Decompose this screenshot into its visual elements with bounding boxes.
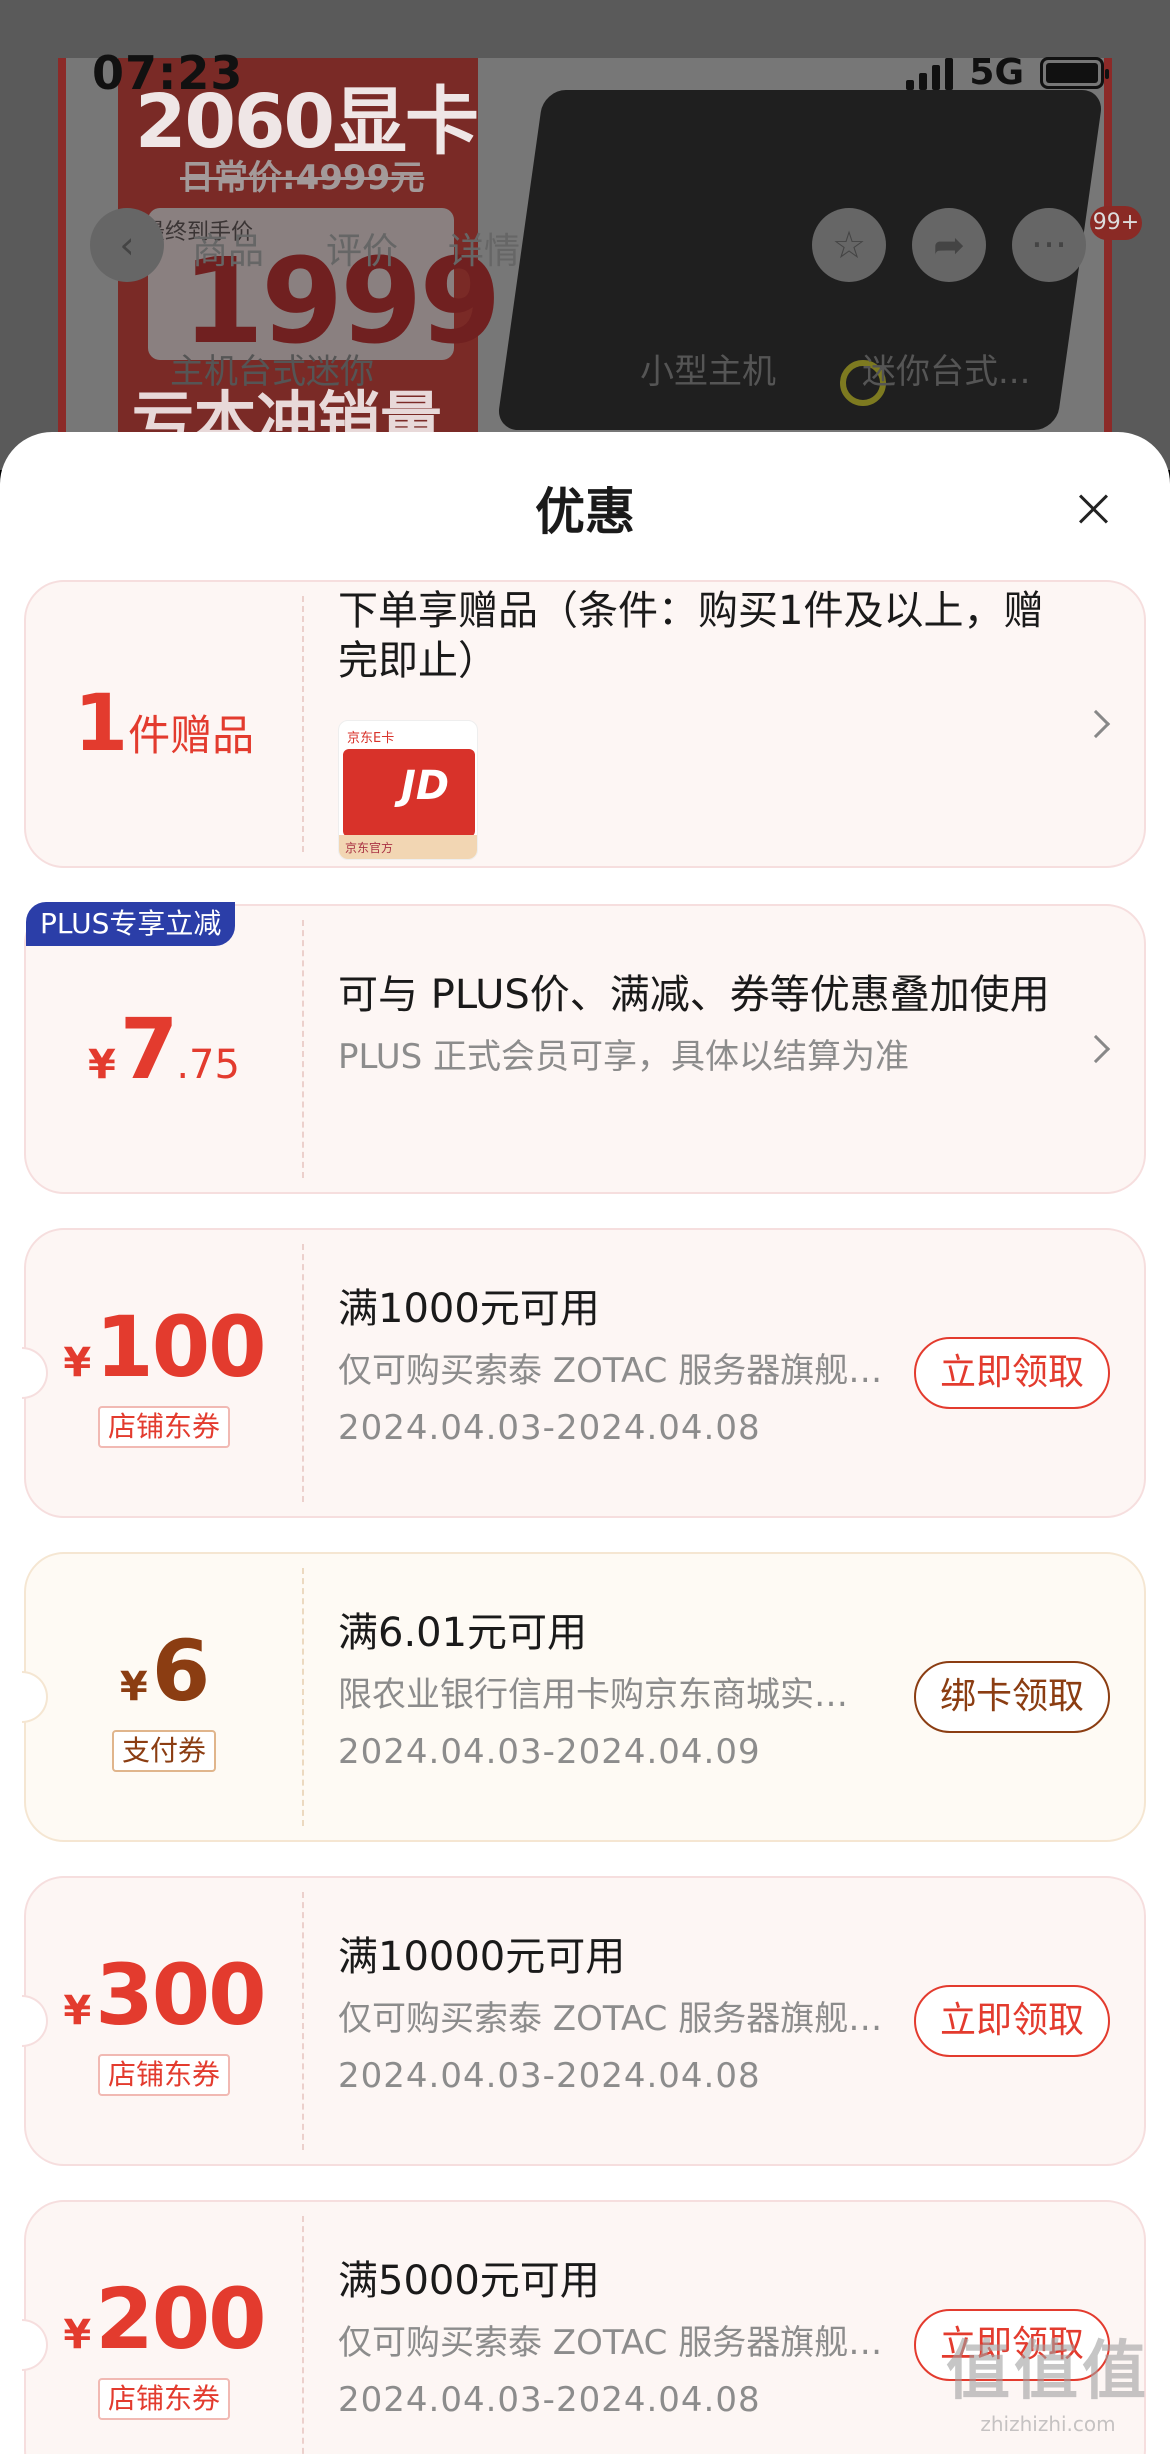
currency-symbol: ¥ [63, 1340, 92, 1386]
tab-details[interactable]: 详情 [448, 222, 520, 274]
coupon-threshold: 满6.01元可用 [338, 1610, 588, 1656]
coupon-description: 仅可购买索泰 ZOTAC 服务器旗舰店部分商品 [338, 1351, 898, 1391]
gift-image: 京东E卡 JD 京东官方 [338, 720, 478, 860]
coupon-amount: 300 [95, 1946, 266, 2044]
sub-tab-mini-desktop[interactable]: 主机台式迷你 [170, 344, 374, 393]
coupon-amount: 100 [95, 1298, 266, 1396]
plus-discount-card[interactable]: PLUS专享立减 ¥ 7 .75 可与 PLUS价、满减、券等优惠叠加使用 PL… [24, 902, 1146, 1194]
gift-count: 1件赠品 [26, 582, 302, 866]
claim-coupon-button[interactable]: 立即领取 [914, 1985, 1110, 2057]
currency-symbol: ¥ [119, 1664, 148, 1710]
coupon-description: 限农业银行信用卡购京东商城实物商品 [338, 1675, 858, 1715]
coupon-type-tag: 支付券 [111, 1730, 216, 1772]
more-icon[interactable]: ··· [1012, 208, 1086, 282]
gift-count-number: 1 [73, 679, 129, 769]
site-watermark: 值值值 zhizhizhi.com [946, 2320, 1150, 2436]
gift-card-strip: 京东官方 [339, 835, 477, 859]
sub-tab-small-host[interactable]: 小型主机 [640, 344, 776, 393]
battery-icon [1040, 56, 1109, 89]
gift-card-top-text: 京东E卡 [347, 731, 395, 746]
watermark-logo: 值值值 [946, 2335, 1150, 2409]
coupon-threshold: 满10000元可用 [338, 1934, 626, 1980]
coupon-validity: 2024.04.03-2024.04.08 [338, 2056, 761, 2096]
coupon-description: 仅可购买索泰 ZOTAC 服务器旗舰店部分商品 [338, 1999, 898, 2039]
coupon-threshold: 满1000元可用 [338, 1286, 600, 1332]
status-indicators: 5G [906, 52, 1109, 93]
chevron-right-icon [1081, 1034, 1111, 1064]
tab-product[interactable]: 商品 [192, 222, 264, 274]
plus-subtitle: PLUS 正式会员可享，具体以结算为准 [338, 1037, 910, 1077]
gift-count-label: 件赠品 [128, 711, 255, 760]
close-icon[interactable] [1076, 492, 1110, 526]
cart-count-badge: 99+ [1090, 206, 1142, 240]
currency-symbol: ¥ [63, 2312, 92, 2358]
back-arrow-icon[interactable]: ‹ [90, 208, 164, 282]
jd-logo: JD [401, 763, 450, 809]
plus-amount-dec: .75 [176, 1042, 240, 1088]
claim-coupon-button[interactable]: 立即领取 [914, 1337, 1110, 1409]
watermark-url: zhizhizhi.com [980, 2412, 1116, 2436]
coupon-description: 仅可购买索泰 ZOTAC 服务器旗舰店部分商品 [338, 2323, 898, 2363]
signal-icon [906, 56, 954, 90]
tab-reviews[interactable]: 评价 [326, 222, 398, 274]
bind-card-claim-button[interactable]: 绑卡领取 [914, 1661, 1110, 1733]
plus-amount-int: 7 [119, 1000, 178, 1098]
star-icon[interactable]: ☆ [812, 208, 886, 282]
coupon-validity: 2024.04.03-2024.04.08 [338, 1408, 761, 1448]
original-price: 日常价:4999元 [180, 158, 425, 198]
status-time: 07:23 [92, 46, 244, 100]
currency-symbol: ¥ [88, 1042, 116, 1088]
coupon-card: ¥6 支付券 满6.01元可用 限农业银行信用卡购京东商城实物商品 2024.0… [22, 1552, 1146, 1842]
gift-title: 下单享赠品（条件：购买1件及以上，赠完即止） [338, 588, 1044, 684]
plus-title: 可与 PLUS价、满减、券等优惠叠加使用 [338, 972, 1050, 1018]
coupon-type-tag: 店铺东券 [97, 2378, 230, 2420]
coupon-amount: 6 [151, 1622, 210, 1720]
card-divider [302, 596, 304, 852]
discount-sheet: 优惠 1件赠品 下单享赠品（条件：购买1件及以上，赠完即止） 京东E卡 JD 京… [0, 432, 1170, 2454]
gift-offer-card[interactable]: 1件赠品 下单享赠品（条件：购买1件及以上，赠完即止） 京东E卡 JD 京东官方 [24, 580, 1146, 868]
share-icon[interactable]: ➦ [912, 208, 986, 282]
coupon-card: ¥300 店铺东券 满10000元可用 仅可购买索泰 ZOTAC 服务器旗舰店部… [22, 1876, 1146, 2166]
sub-tab-mini-tower[interactable]: 迷你台式... [862, 344, 1030, 393]
coupon-threshold: 满5000元可用 [338, 2258, 600, 2304]
sheet-title: 优惠 [535, 483, 635, 541]
coupon-type-tag: 店铺东券 [97, 2054, 230, 2096]
network-type: 5G [969, 52, 1024, 93]
currency-symbol: ¥ [63, 1988, 92, 2034]
chevron-right-icon [1081, 709, 1111, 739]
coupon-card: ¥100 店铺东券 满1000元可用 仅可购买索泰 ZOTAC 服务器旗舰店部分… [22, 1228, 1146, 1518]
plus-amount: ¥ 7 .75 [26, 906, 302, 1192]
card-divider [302, 920, 304, 1178]
coupon-validity: 2024.04.03-2024.04.09 [338, 1732, 761, 1772]
coupon-amount: 200 [95, 2270, 266, 2368]
coupon-type-tag: 店铺东券 [97, 1406, 230, 1448]
